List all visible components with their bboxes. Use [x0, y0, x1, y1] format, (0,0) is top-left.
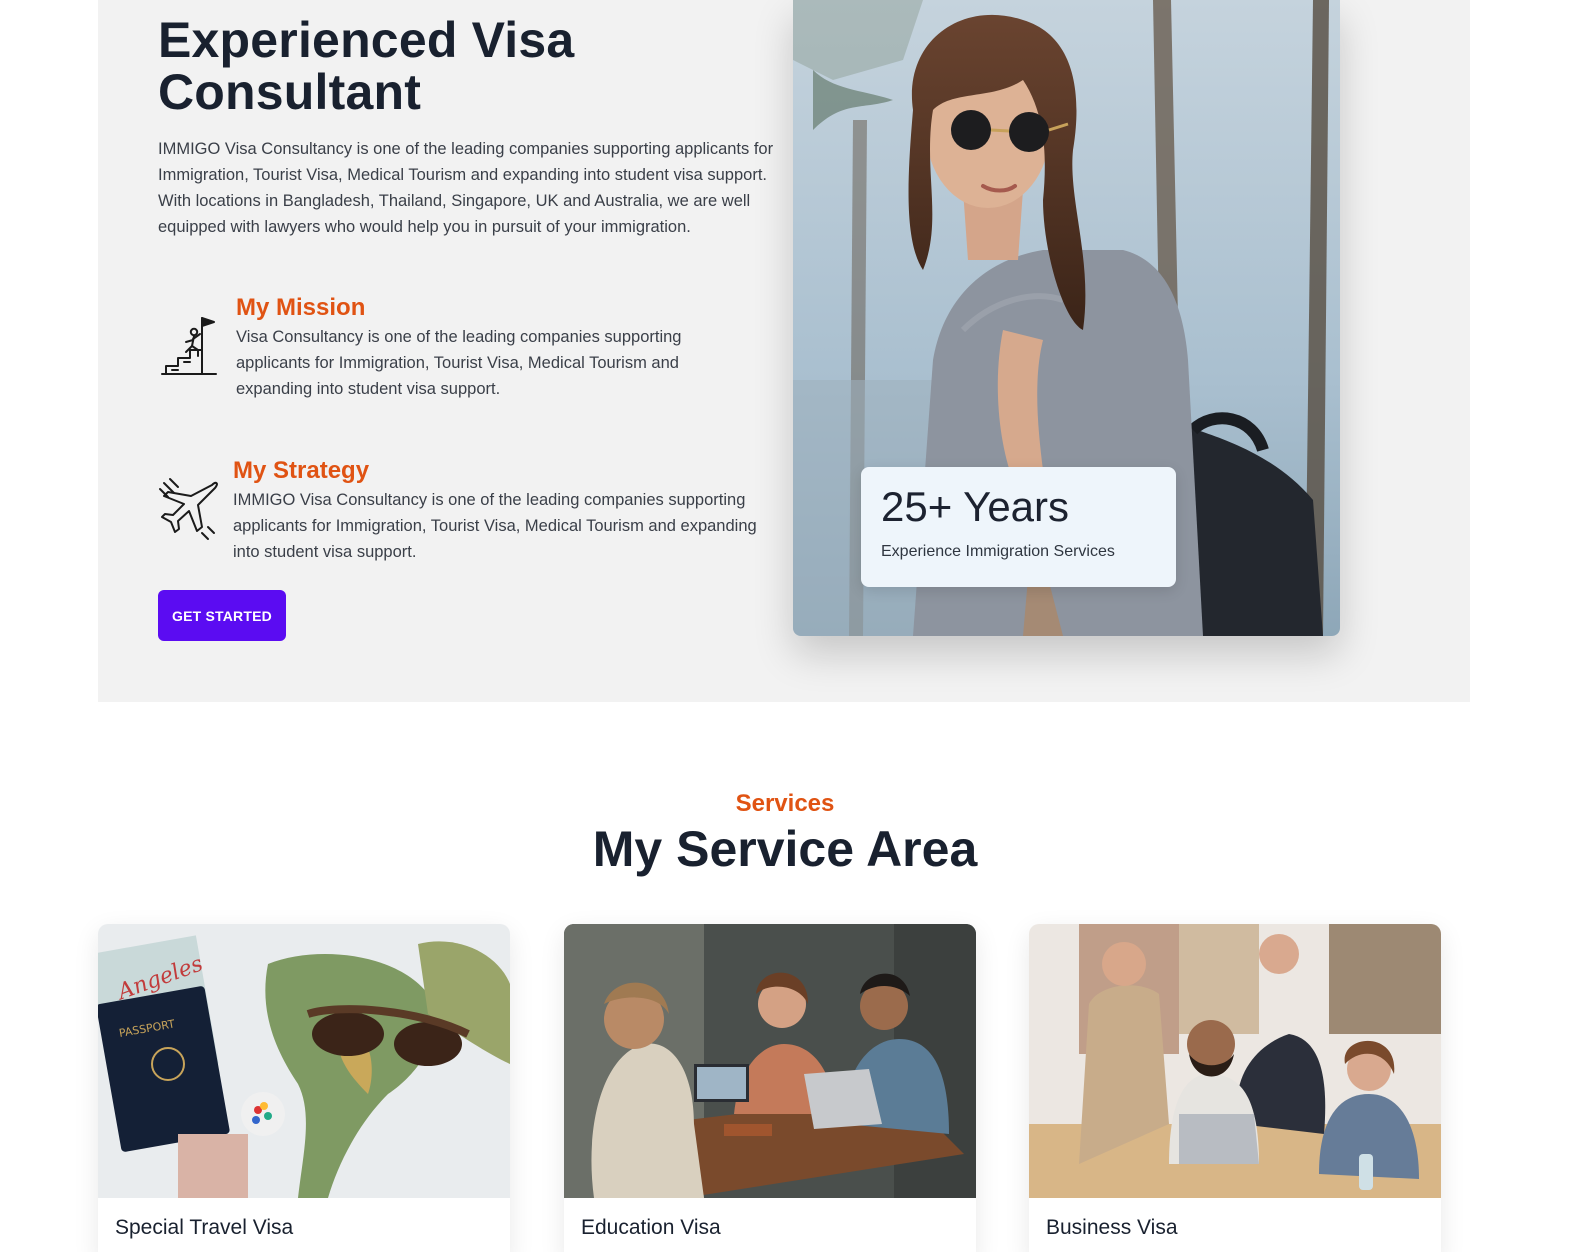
service-card-title: Special Travel Visa: [115, 1216, 294, 1239]
team-at-laptop-photo: [1029, 924, 1441, 1198]
service-card-title: Business Visa: [1046, 1216, 1178, 1239]
feature-strategy: My Strategy IMMIGO Visa Consultancy is o…: [158, 455, 778, 575]
mountain-flag-icon: [161, 317, 217, 375]
about-title: Experienced Visa Consultant: [158, 14, 718, 118]
experience-years: 25+ Years: [881, 483, 1070, 530]
experience-label: Experience Immigration Services: [881, 543, 1115, 560]
experience-badge: 25+ Years Experience Immigration Service…: [861, 467, 1176, 587]
services-title: My Service Area: [592, 821, 978, 877]
service-card-travel[interactable]: Angeles PASSPORT Special Travel Visa: [98, 924, 510, 1252]
about-title-line2: Consultant: [158, 64, 422, 120]
service-card-education[interactable]: Education Visa: [564, 924, 976, 1252]
feature-title: My Mission: [236, 294, 366, 321]
passport-and-map-photo: Angeles PASSPORT: [98, 924, 510, 1198]
service-card-business[interactable]: Business Visa: [1029, 924, 1441, 1252]
about-title-line1: Experienced Visa: [158, 12, 575, 68]
get-started-button[interactable]: GET STARTED: [158, 590, 286, 641]
about-description: IMMIGO Visa Consultancy is one of the le…: [158, 140, 774, 236]
feature-text: Visa Consultancy is one of the leading c…: [236, 328, 682, 398]
feature-title: My Strategy: [233, 457, 370, 484]
feature-mission: My Mission Visa Consultancy is one of th…: [158, 292, 778, 412]
airplane-icon: [159, 478, 218, 540]
services-tag: Services: [735, 790, 835, 817]
students-with-laptops-photo: [564, 924, 976, 1198]
service-card-title: Education Visa: [581, 1216, 721, 1239]
feature-text: IMMIGO Visa Consultancy is one of the le…: [233, 491, 757, 561]
